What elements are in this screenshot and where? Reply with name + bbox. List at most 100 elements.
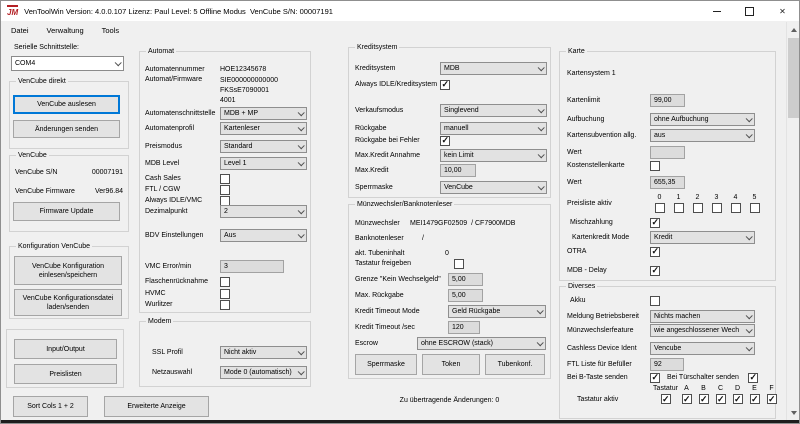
menu-datei[interactable]: Datei bbox=[11, 26, 29, 35]
bei-b-taste-checkbox[interactable] bbox=[650, 373, 660, 383]
menu-bar: Datei Verwaltung Tools bbox=[1, 21, 799, 39]
kartensubvention-dropdown[interactable]: aus bbox=[650, 129, 755, 142]
wert2-label: Wert bbox=[567, 179, 650, 186]
verkaufsmodus-dropdown[interactable]: Singlevend bbox=[440, 104, 547, 117]
serial-port-combobox[interactable]: COM4 bbox=[11, 56, 124, 71]
group-title: VenCube bbox=[16, 151, 49, 160]
kostenstellenkarte-checkbox[interactable] bbox=[650, 161, 660, 171]
minimize-icon[interactable] bbox=[700, 1, 733, 21]
kartenlimit-input[interactable]: 99,00 bbox=[650, 94, 685, 107]
group-title: Kreditsystem bbox=[355, 43, 399, 52]
scrollbar-thumb[interactable] bbox=[788, 38, 800, 118]
mischzahlung-checkbox[interactable] bbox=[650, 218, 660, 228]
vertical-scrollbar[interactable] bbox=[786, 22, 800, 420]
scroll-down-icon[interactable] bbox=[787, 405, 800, 420]
aufbuchung-dropdown[interactable]: ohne Aufbuchung bbox=[650, 113, 755, 126]
ftl-liste-input[interactable]: 92 bbox=[650, 358, 684, 371]
dezimalpunkt-label: Dezimalpunkt bbox=[145, 208, 220, 215]
flaschenruecknahme-checkbox[interactable] bbox=[220, 277, 230, 287]
cash-sales-checkbox[interactable] bbox=[220, 174, 230, 184]
tastatur-e-checkbox[interactable] bbox=[750, 394, 760, 404]
automatenschnittstelle-dropdown[interactable]: MDB + MP bbox=[220, 107, 307, 120]
preisliste-digit: 4 bbox=[734, 194, 738, 201]
wert-input[interactable] bbox=[650, 146, 685, 159]
tastatur-c-checkbox[interactable] bbox=[716, 394, 726, 404]
tastatur-b-checkbox[interactable] bbox=[699, 394, 709, 404]
max-kredit-annahme-label: Max.Kredit Annahme bbox=[355, 152, 440, 159]
kreditsystem-dropdown[interactable]: MDB bbox=[440, 62, 547, 75]
bdv-einstellungen-dropdown[interactable]: Aus bbox=[220, 229, 307, 242]
hvmc-checkbox[interactable] bbox=[220, 289, 230, 299]
scroll-up-icon[interactable] bbox=[787, 22, 800, 37]
kartenkredit-mode-dropdown[interactable]: Kredit bbox=[650, 231, 755, 244]
vmc-error-label: VMC Error/min bbox=[145, 263, 220, 270]
cashless-device-ident-dropdown[interactable]: Vencube bbox=[650, 342, 755, 355]
tastatur-freigeben-checkbox[interactable] bbox=[454, 259, 464, 269]
preisliste-4-checkbox[interactable] bbox=[731, 203, 741, 213]
preisliste-digit: 2 bbox=[696, 194, 700, 201]
preisliste-3-checkbox[interactable] bbox=[712, 203, 722, 213]
akku-checkbox[interactable] bbox=[650, 296, 660, 306]
tastatur-0-checkbox[interactable] bbox=[661, 394, 671, 404]
sperrmaske-button[interactable]: Sperrmaske bbox=[355, 354, 417, 375]
rueckgabe-dropdown[interactable]: manuell bbox=[440, 122, 547, 135]
tastatur-f-checkbox[interactable] bbox=[767, 394, 777, 404]
preisliste-0-checkbox[interactable] bbox=[655, 203, 665, 213]
always-idle-kreditsystem-checkbox[interactable] bbox=[440, 80, 450, 90]
sperrmaske-dropdown[interactable]: VenCube bbox=[440, 181, 547, 194]
max-kredit-input[interactable]: 10,00 bbox=[440, 164, 476, 177]
token-button[interactable]: Token bbox=[422, 354, 480, 375]
kredit-timeout-sec-input[interactable]: 120 bbox=[448, 321, 480, 334]
mdb-delay-checkbox[interactable] bbox=[650, 266, 660, 276]
otra-checkbox[interactable] bbox=[650, 247, 660, 257]
kredit-timeout-mode-dropdown[interactable]: Geld Rückgabe bbox=[448, 305, 546, 318]
ftl-cgw-checkbox[interactable] bbox=[220, 185, 230, 195]
firmware-update-button[interactable]: Firmware Update bbox=[13, 202, 120, 221]
mdb-level-dropdown[interactable]: Level 1 bbox=[220, 157, 307, 170]
grenze-kein-wechselgeld-input[interactable]: 5,00 bbox=[448, 273, 483, 286]
konfigurationsdatei-laden-button[interactable]: VenCube Konfigurationsdatei laden/senden bbox=[14, 289, 122, 316]
tastatur-d-checkbox[interactable] bbox=[733, 394, 743, 404]
group-karte: Karte Kartensystem 1 Kartenlimit 99,00 A… bbox=[559, 51, 776, 281]
meldung-betriebsbereit-dropdown[interactable]: Nichts machen bbox=[650, 310, 755, 323]
max-kredit-annahme-dropdown[interactable]: kein Limit bbox=[440, 149, 547, 162]
rueckgabe-bei-fehler-checkbox[interactable] bbox=[440, 136, 450, 146]
kartensystem-label: Kartensystem 1 bbox=[567, 70, 650, 77]
vencube-auslesen-button[interactable]: VenCube auslesen bbox=[13, 95, 120, 114]
grenze-kein-wechselgeld-label: Grenze "Kein Wechselgeld" bbox=[355, 276, 448, 283]
app-icon: JM bbox=[7, 5, 18, 17]
maximize-icon[interactable] bbox=[733, 1, 766, 21]
menu-verwaltung[interactable]: Verwaltung bbox=[47, 26, 84, 35]
sort-cols-button[interactable]: Sort Cols 1 + 2 bbox=[13, 396, 88, 417]
input-output-button[interactable]: Input/Output bbox=[14, 339, 117, 359]
preismodus-dropdown[interactable]: Standard bbox=[220, 140, 307, 153]
preisliste-2-checkbox[interactable] bbox=[693, 203, 703, 213]
preisliste-1-checkbox[interactable] bbox=[674, 203, 684, 213]
muenzwechslerfeature-dropdown[interactable]: wie angeschlossener Wech bbox=[650, 324, 755, 337]
konfiguration-einlesen-button[interactable]: VenCube Konfiguration einlesen/speichern bbox=[14, 256, 122, 285]
tuerschalter-checkbox[interactable] bbox=[748, 373, 758, 383]
aenderungen-senden-button[interactable]: Änderungen senden bbox=[13, 120, 120, 138]
preisliste-5-checkbox[interactable] bbox=[750, 203, 760, 213]
automatennummer-value: HOE12345678 bbox=[220, 66, 266, 73]
tastatur-a-checkbox[interactable] bbox=[682, 394, 692, 404]
serial-port-value: COM4 bbox=[15, 60, 35, 67]
vencube-sn-value: 00007191 bbox=[92, 169, 123, 176]
escrow-dropdown[interactable]: ohne ESCROW (stack) bbox=[417, 337, 546, 350]
vmc-error-input[interactable]: 3 bbox=[220, 260, 284, 273]
erweiterte-anzeige-button[interactable]: Erweiterte Anzeige bbox=[104, 396, 209, 417]
ssl-profil-dropdown[interactable]: Nicht aktiv bbox=[220, 346, 307, 359]
max-rueckgabe-input[interactable]: 5,00 bbox=[448, 289, 483, 302]
close-icon[interactable] bbox=[766, 1, 799, 21]
wert2-input[interactable]: 655,35 bbox=[650, 176, 685, 189]
pending-changes-status: Zu übertragende Änderungen: 0 bbox=[348, 397, 551, 404]
mdb-level-label: MDB Level bbox=[145, 160, 220, 167]
menu-tools[interactable]: Tools bbox=[102, 26, 120, 35]
dezimalpunkt-dropdown[interactable]: 2 bbox=[220, 205, 307, 218]
wurlitzer-checkbox[interactable] bbox=[220, 300, 230, 310]
automatenprofil-dropdown[interactable]: Kartenleser bbox=[220, 122, 307, 135]
title-bar: JM VenToolWin Version: 4.0.0.107 Lizenz:… bbox=[1, 1, 799, 21]
preislisten-button[interactable]: Preislisten bbox=[14, 364, 117, 384]
netzauswahl-dropdown[interactable]: Mode 0 (automatisch) bbox=[220, 366, 307, 379]
tubenkonf-button[interactable]: Tubenkonf. bbox=[485, 354, 545, 375]
